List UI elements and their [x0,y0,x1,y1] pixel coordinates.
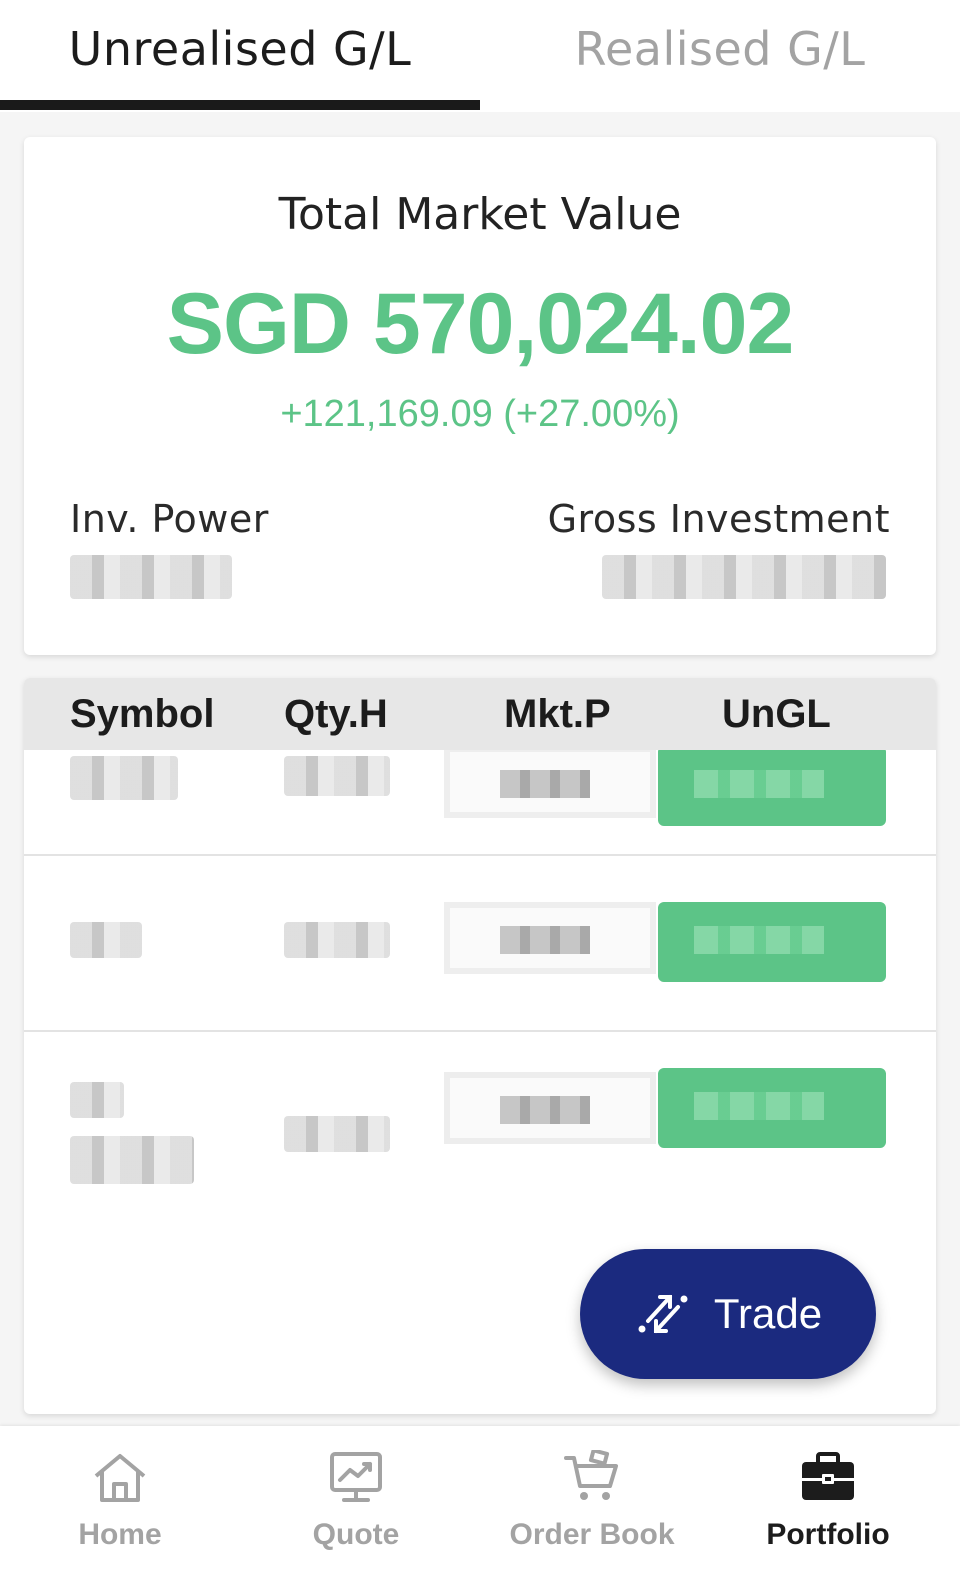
nav-quote[interactable]: Quote [236,1426,476,1591]
tab-unrealised-label: Unrealised G/L [68,22,412,76]
table-header: Symbol Qty.H Mkt.P UnGL [24,678,936,750]
nav-order-book[interactable]: Order Book [472,1426,712,1591]
quote-chart-icon [330,1452,382,1502]
gross-investment-label: Gross Investment [547,497,890,541]
symbol-redacted [70,922,142,958]
nav-portfolio-label: Portfolio [766,1518,890,1551]
symbol-redacted [70,756,178,800]
symbol-redacted [70,1136,194,1184]
trade-arrows-icon [638,1295,688,1333]
mkt-price-cell [444,1072,656,1144]
table-row[interactable] [24,856,936,1032]
col-mkt-price[interactable]: Mkt.P [504,692,611,737]
summary-card: Total Market Value SGD 570,024.02 +121,1… [24,137,936,655]
nav-quote-label: Quote [312,1518,400,1551]
bottom-nav: Home Quote Order Book Portfolio [0,1426,960,1591]
tab-realised-label: Realised G/L [574,22,866,76]
briefcase-icon [802,1452,854,1500]
mkt-price-cell [444,746,656,818]
table-row[interactable] [24,746,936,856]
ungl-cell [658,1068,886,1148]
ungl-cell [658,902,886,982]
inv-power-label: Inv. Power [70,497,269,541]
nav-portfolio[interactable]: Portfolio [708,1426,948,1591]
trade-button[interactable]: Trade [580,1249,876,1379]
nav-order-book-label: Order Book [509,1518,675,1551]
qty-redacted [284,922,390,958]
total-market-value: SGD 570,024.02 [166,276,795,372]
col-ungl[interactable]: UnGL [722,692,831,737]
tab-realised[interactable]: Realised G/L [480,0,960,112]
total-market-value-label: Total Market Value [278,189,682,240]
col-symbol[interactable]: Symbol [70,692,214,737]
gross-investment-value-redacted [602,555,886,599]
table-row[interactable] [24,1032,936,1224]
qty-redacted [284,1116,390,1152]
symbol-redacted [70,1082,124,1118]
cart-icon [564,1450,618,1500]
trade-button-label: Trade [713,1290,823,1337]
tab-unrealised[interactable]: Unrealised G/L [0,0,480,112]
ungl-cell [658,746,886,826]
total-change: +121,169.09 (+27.00%) [280,393,680,435]
col-qty[interactable]: Qty.H [284,692,388,737]
gl-tabs: Unrealised G/L Realised G/L [0,0,960,112]
qty-redacted [284,756,390,796]
mkt-price-cell [444,902,656,974]
nav-home[interactable]: Home [0,1426,240,1591]
nav-home-label: Home [78,1518,162,1551]
inv-power-value-redacted [70,555,232,599]
home-icon [94,1454,146,1502]
